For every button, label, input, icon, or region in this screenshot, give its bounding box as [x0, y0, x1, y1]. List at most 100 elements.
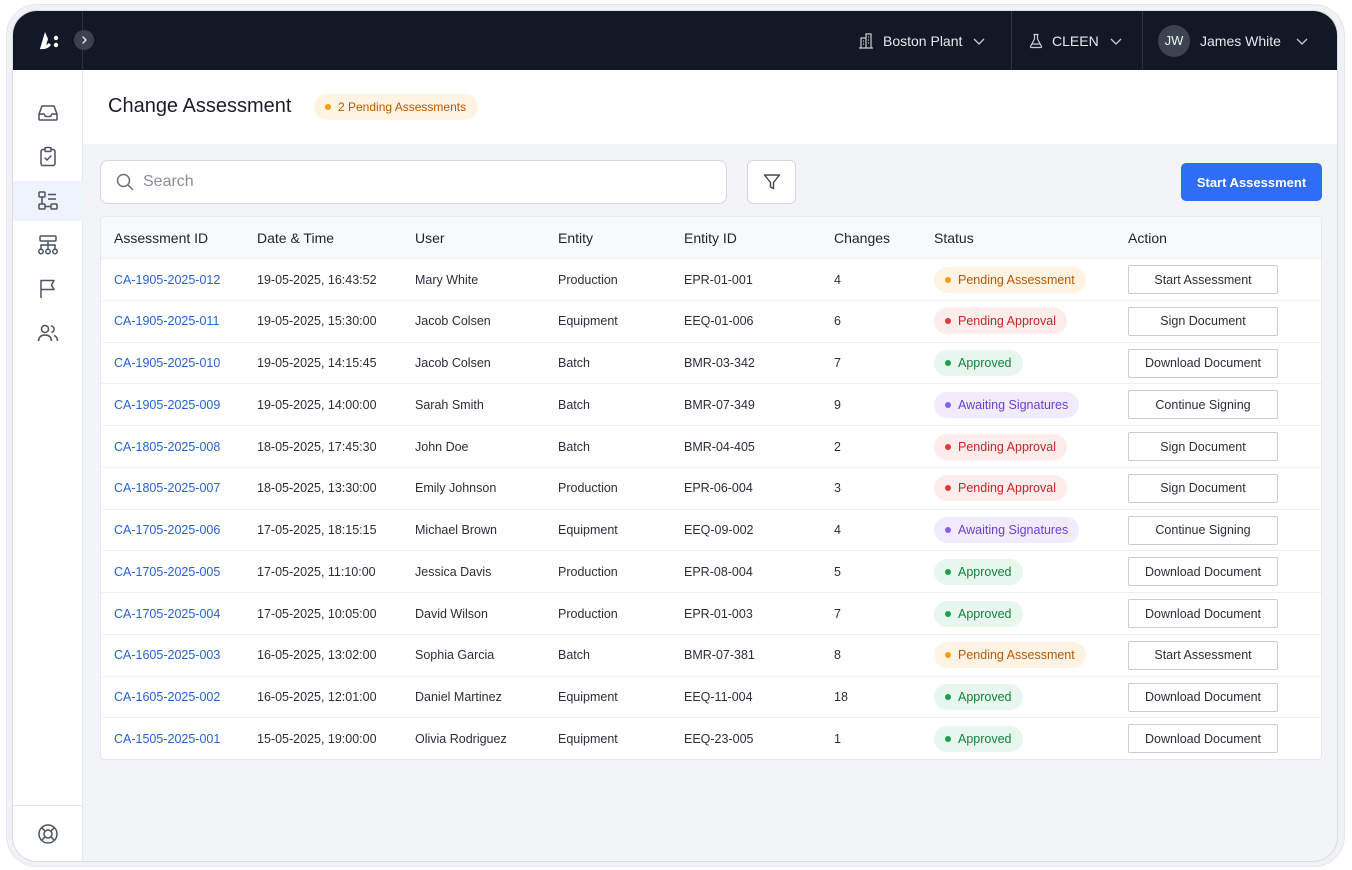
table-row: CA-1905-2025-012 19-05-2025, 16:43:52 Mary…	[101, 259, 1321, 301]
sidebar-item-tasks[interactable]	[13, 137, 83, 177]
column-header-date-time[interactable]: Date & Time	[257, 217, 334, 259]
inbox-icon	[38, 105, 58, 121]
pending-assessments-badge: 2 Pending Assessments	[314, 94, 479, 120]
search-input[interactable]	[143, 173, 703, 191]
start-assessment-button[interactable]: Start Assessment	[1181, 163, 1322, 201]
search-box[interactable]	[100, 160, 727, 204]
expand-sidebar-button[interactable]	[74, 30, 94, 50]
chevron-down-icon	[1110, 38, 1122, 45]
table-header: Assessment ID Date & Time User Entity En…	[101, 217, 1321, 259]
status-dot	[945, 401, 951, 408]
changes-cell: 1	[834, 731, 841, 746]
assessment-id-link[interactable]: CA-1605-2025-003	[114, 635, 220, 676]
assessment-id-link[interactable]: CA-1705-2025-006	[114, 510, 220, 551]
assessment-id-link[interactable]: CA-1505-2025-001	[114, 718, 220, 759]
entity-id-cell: BMR-07-349	[684, 397, 755, 412]
date-time-cell: 18-05-2025, 17:45:30	[257, 439, 377, 454]
table-body: CA-1905-2025-012 19-05-2025, 16:43:52 Mary…	[101, 259, 1321, 759]
status-badge: Pending Assessment	[934, 642, 1086, 669]
user-menu[interactable]: JW James White	[1158, 11, 1309, 70]
row-action-button[interactable]: Continue Signing	[1128, 390, 1278, 420]
sidebar-item-users[interactable]	[13, 313, 83, 353]
sidebar-item-inbox[interactable]	[13, 93, 83, 133]
status-label: Pending Assessment	[958, 272, 1075, 287]
row-action-button[interactable]: Download Document	[1128, 682, 1278, 712]
entity-id-cell: EEQ-09-002	[684, 523, 754, 537]
action-cell: Start Assessment	[1128, 259, 1278, 300]
assessment-id-link[interactable]: CA-1805-2025-008	[114, 426, 220, 467]
column-header-changes[interactable]: Changes	[834, 217, 890, 259]
changes-cell: 18	[834, 690, 848, 704]
changes-cell: 9	[834, 397, 841, 412]
filter-button[interactable]	[747, 160, 796, 204]
entity-cell: Equipment	[558, 314, 618, 329]
row-action-button[interactable]: Download Document	[1128, 348, 1278, 378]
sidebar-item-hierarchy[interactable]	[13, 225, 83, 265]
user-cell: David Wilson	[415, 606, 488, 621]
status-label: Pending Approval	[958, 481, 1056, 496]
row-action-button[interactable]: Start Assessment	[1128, 265, 1278, 294]
changes-cell: 5	[834, 564, 841, 579]
table-row: CA-1805-2025-007 18-05-2025, 13:30:00 Emil…	[101, 468, 1321, 510]
sidebar-item-change-assessment[interactable]	[13, 181, 83, 221]
changes-cell: 2	[834, 439, 841, 454]
table-row: CA-1605-2025-003 16-05-2025, 13:02:00 Soph…	[101, 635, 1321, 677]
assessments-table: Assessment ID Date & Time User Entity En…	[100, 216, 1322, 760]
brand-logo-icon[interactable]	[37, 29, 61, 53]
assessment-id-link[interactable]: CA-1905-2025-009	[114, 384, 220, 425]
row-action-button[interactable]: Download Document	[1128, 599, 1278, 628]
row-action-button[interactable]: Sign Document	[1128, 432, 1278, 461]
action-cell: Continue Signing	[1128, 510, 1278, 551]
column-header-user[interactable]: User	[415, 217, 445, 259]
assessment-id-link[interactable]: CA-1905-2025-010	[114, 343, 220, 384]
column-header-entity[interactable]: Entity	[558, 217, 593, 259]
status-cell: Approved	[934, 551, 1023, 592]
user-cell: John Doe	[415, 439, 469, 454]
assessment-id-link[interactable]: CA-1905-2025-012	[114, 259, 220, 300]
assessment-id-link[interactable]: CA-1905-2025-011	[114, 301, 219, 342]
assessment-id-link[interactable]: CA-1705-2025-004	[114, 593, 220, 634]
table-row: CA-1705-2025-004 17-05-2025, 10:05:00 Davi…	[101, 593, 1321, 635]
column-header-assessment-id[interactable]: Assessment ID	[114, 217, 208, 259]
workspace-selector[interactable]: CLEEN	[1028, 11, 1123, 70]
row-action-button[interactable]: Sign Document	[1128, 306, 1278, 336]
date-time-cell: 18-05-2025, 13:30:00	[257, 481, 377, 496]
user-cell: Jacob Colsen	[415, 314, 491, 329]
assessment-id-link[interactable]: CA-1605-2025-002	[114, 677, 220, 718]
entity-cell: Batch	[558, 648, 590, 663]
status-badge: Pending Approval	[934, 308, 1067, 335]
row-action-button[interactable]: Download Document	[1128, 557, 1278, 587]
user-name: James White	[1200, 32, 1281, 49]
user-cell: Sophia Garcia	[415, 648, 495, 663]
status-cell: Pending Approval	[934, 468, 1067, 509]
column-header-action[interactable]: Action	[1128, 217, 1167, 259]
sidebar-item-flags[interactable]	[13, 269, 83, 309]
pending-assessments-label: 2 Pending Assessments	[338, 100, 467, 114]
filter-icon	[763, 174, 780, 190]
status-badge: Approved	[934, 684, 1023, 710]
column-header-entity-id[interactable]: Entity ID	[684, 217, 737, 259]
status-dot	[945, 360, 951, 366]
row-action-button[interactable]: Start Assessment	[1128, 640, 1278, 670]
row-action-button[interactable]: Continue Signing	[1128, 515, 1278, 545]
assessment-id-link[interactable]: CA-1705-2025-005	[114, 551, 220, 592]
row-action-button[interactable]: Download Document	[1128, 724, 1278, 754]
column-header-status[interactable]: Status	[934, 217, 974, 259]
status-dot	[945, 276, 951, 283]
status-dot	[945, 735, 951, 742]
page-header: Change Assessment 2 Pending Assessments	[83, 70, 1337, 144]
brand-area	[13, 11, 83, 70]
workspace-label: CLEEN	[1052, 32, 1099, 49]
row-action-button[interactable]: Sign Document	[1128, 473, 1278, 503]
assessment-id-link[interactable]: CA-1805-2025-007	[114, 468, 220, 509]
changes-cell: 4	[834, 523, 841, 537]
user-cell: Emily Johnson	[415, 481, 497, 496]
entity-cell: Batch	[558, 439, 590, 454]
status-dot	[945, 652, 951, 659]
status-cell: Approved	[934, 593, 1023, 634]
site-selector[interactable]: Boston Plant	[857, 11, 986, 70]
date-time-cell: 19-05-2025, 16:43:52	[257, 272, 377, 287]
status-label: Approved	[958, 564, 1012, 579]
status-cell: Approved	[934, 677, 1023, 718]
sidebar-item-help[interactable]	[13, 814, 83, 854]
